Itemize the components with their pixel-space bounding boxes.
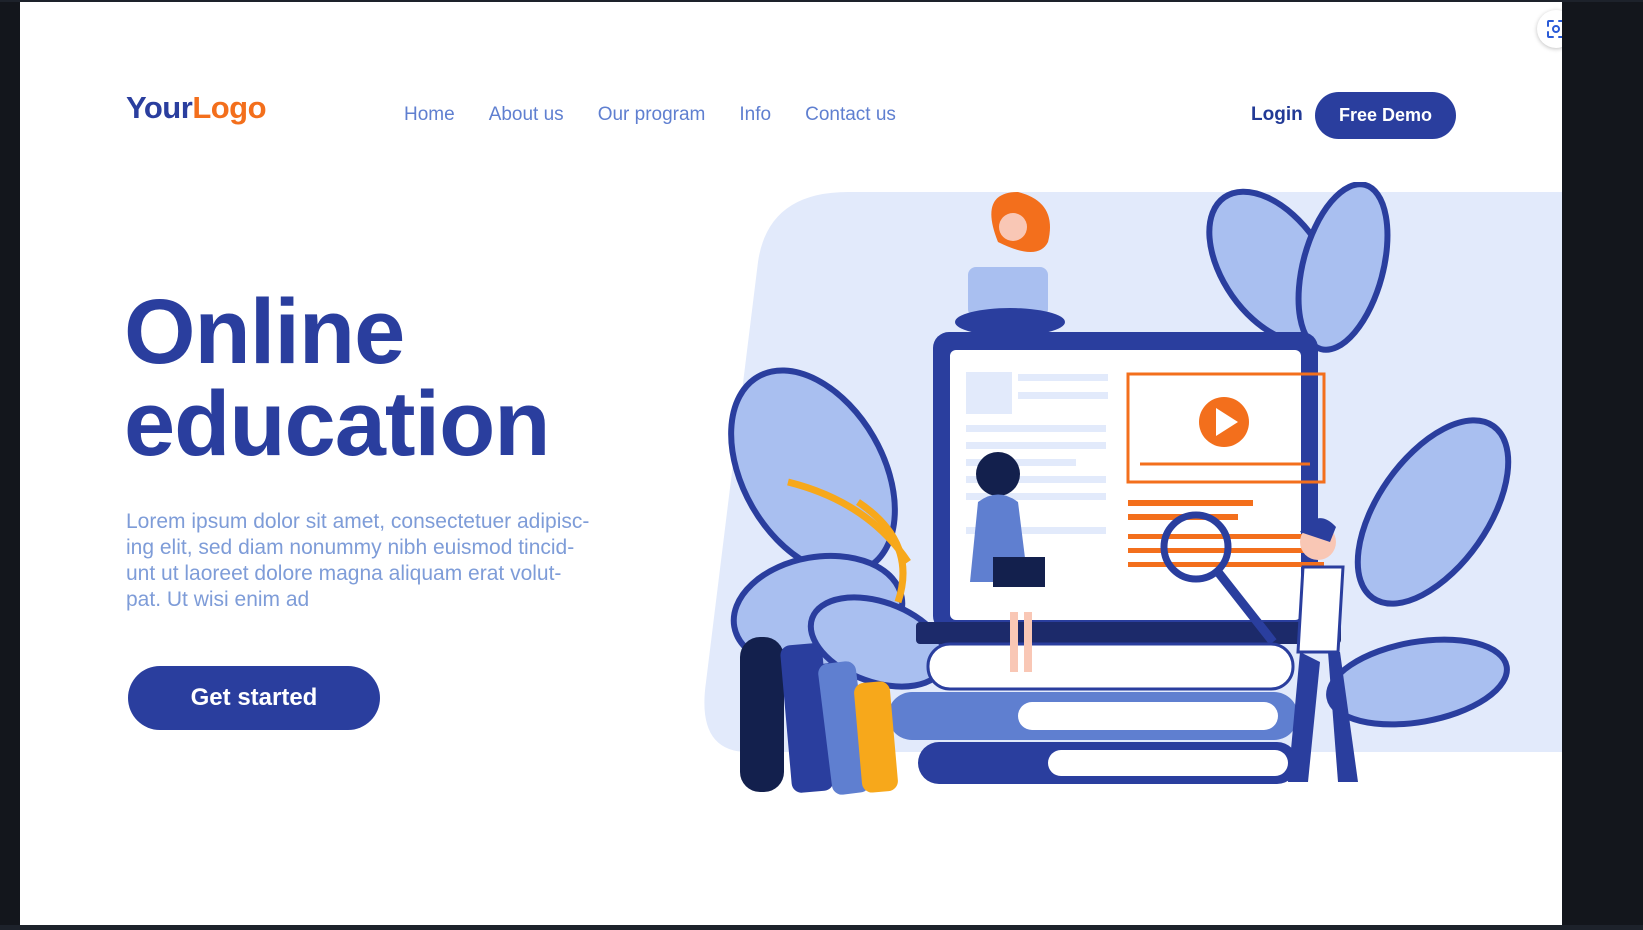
hero-title-line1: Online xyxy=(124,281,405,383)
hero-illustration xyxy=(704,182,1562,795)
free-demo-button[interactable]: Free Demo xyxy=(1315,92,1456,139)
laptop-icon xyxy=(916,332,1341,644)
logo-part-your: Your xyxy=(126,90,193,125)
landing-page: YourLogo Home About us Our program Info … xyxy=(20,2,1562,925)
hero-title: Online education xyxy=(124,286,684,470)
login-link[interactable]: Login xyxy=(1251,104,1303,126)
nav-info[interactable]: Info xyxy=(739,104,771,126)
viewer-bottom-bar xyxy=(0,925,1643,930)
main-nav: Home About us Our program Info Contact u… xyxy=(404,104,896,126)
hero-description: Lorem ipsum dolor sit amet, consectetuer… xyxy=(126,510,590,611)
lens-scan-button[interactable] xyxy=(1537,10,1562,48)
nav-about-us[interactable]: About us xyxy=(489,104,564,126)
get-started-button[interactable]: Get started xyxy=(128,666,380,730)
hero-title-line2: education xyxy=(124,373,550,475)
nav-home[interactable]: Home xyxy=(404,104,455,126)
logo[interactable]: YourLogo xyxy=(126,90,267,126)
play-icon xyxy=(1199,397,1249,447)
logo-part-logo: Logo xyxy=(192,90,267,125)
nav-our-program[interactable]: Our program xyxy=(598,104,706,126)
nav-contact-us[interactable]: Contact us xyxy=(805,104,896,126)
lens-scan-icon xyxy=(1547,20,1562,38)
